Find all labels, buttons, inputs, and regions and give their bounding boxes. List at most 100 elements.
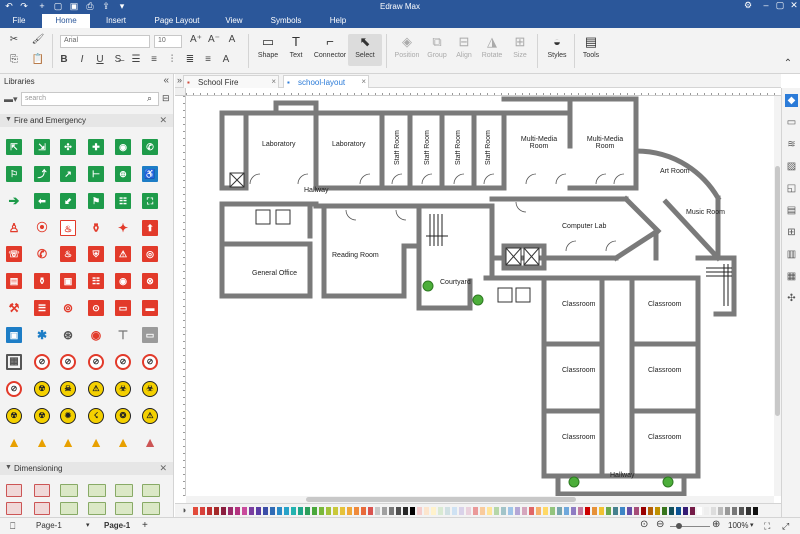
fill-panel-icon[interactable]: ◆: [785, 94, 798, 107]
arrow-left-icon[interactable]: ⬅: [34, 193, 50, 209]
menu-home[interactable]: Home: [42, 14, 90, 28]
rescue-icon[interactable]: ⚑: [88, 193, 104, 209]
line-panel-icon[interactable]: ▭: [785, 116, 798, 129]
color-swatch[interactable]: [382, 507, 387, 515]
color-swatch[interactable]: [571, 507, 576, 515]
detector-icon[interactable]: ✱: [34, 327, 50, 343]
color-swatch[interactable]: [711, 507, 716, 515]
section-dimensioning[interactable]: ▼ Dimensioning ✕: [0, 462, 173, 475]
vertical-scrollbar[interactable]: [774, 96, 781, 496]
search-icon[interactable]: ⌕: [147, 93, 152, 104]
align-right-icon[interactable]: ≡: [200, 54, 216, 68]
color-swatch[interactable]: [277, 507, 282, 515]
arrow-up-icon[interactable]: ⬆: [142, 220, 158, 236]
dropdown-icon[interactable]: ▾: [86, 521, 90, 529]
color-swatch[interactable]: [739, 507, 744, 515]
corrosive-icon[interactable]: ☢: [34, 408, 50, 424]
button-icon[interactable]: ◉: [88, 327, 104, 343]
color-swatch[interactable]: [368, 507, 373, 515]
assembly-point-icon[interactable]: ⛶: [142, 193, 158, 209]
arrow-right-icon[interactable]: ➔: [6, 193, 22, 209]
no-people-icon[interactable]: ⊘: [88, 354, 104, 370]
drawing-canvas[interactable]: Laboratory Laboratory Staff Room Staff R…: [186, 96, 774, 496]
zoom-in-icon[interactable]: ⊕: [712, 519, 720, 530]
color-swatch[interactable]: [228, 507, 233, 515]
exit-sign-icon[interactable]: ⇱: [6, 139, 22, 155]
color-swatch[interactable]: [249, 507, 254, 515]
dimension-shape-icon[interactable]: [6, 484, 22, 497]
format-painter-icon[interactable]: 🖌: [30, 34, 46, 48]
color-swatch[interactable]: [613, 507, 618, 515]
color-swatch[interactable]: [452, 507, 457, 515]
fire-hose-cabinet-icon[interactable]: ▭: [115, 300, 131, 316]
dimension-shape-icon[interactable]: [88, 484, 106, 497]
close-section-icon[interactable]: ✕: [159, 463, 167, 474]
fire-bell-icon[interactable]: ▬: [142, 300, 158, 316]
first-aid-icon[interactable]: ✚: [88, 139, 104, 155]
person-icon[interactable]: ♙: [6, 220, 22, 236]
fire-phone-icon[interactable]: ☏: [6, 246, 22, 262]
page-selector[interactable]: Page-1: [36, 521, 62, 530]
align-left-icon[interactable]: ⫶: [164, 54, 180, 68]
axe-icon[interactable]: ⚒: [6, 300, 22, 316]
no-smoking-icon[interactable]: ⊘: [60, 354, 76, 370]
color-swatch[interactable]: [417, 507, 422, 515]
color-swatch[interactable]: [515, 507, 520, 515]
shrink-font-icon[interactable]: A⁻: [206, 34, 222, 48]
color-swatch[interactable]: [480, 507, 485, 515]
color-swatch[interactable]: [648, 507, 653, 515]
color-swatch[interactable]: [690, 507, 695, 515]
dimension-shape-icon[interactable]: [142, 502, 160, 515]
color-swatch[interactable]: [627, 507, 632, 515]
fire-panel-icon[interactable]: ▤: [6, 273, 22, 289]
color-swatch[interactable]: [389, 507, 394, 515]
color-swatch[interactable]: [291, 507, 296, 515]
color-swatch[interactable]: [424, 507, 429, 515]
close-section-icon[interactable]: ✕: [159, 115, 167, 126]
color-swatch[interactable]: [347, 507, 352, 515]
fire-icon[interactable]: ♨: [60, 220, 76, 236]
color-swatch[interactable]: [298, 507, 303, 515]
font-size-select[interactable]: 10: [154, 35, 182, 48]
bold-icon[interactable]: B: [56, 54, 72, 68]
warning-triangle-6-icon[interactable]: ▲: [142, 434, 158, 450]
zoom-slider-handle[interactable]: [676, 523, 682, 529]
hazard-icon[interactable]: ⚠: [88, 381, 104, 397]
color-swatch[interactable]: [550, 507, 555, 515]
dimension-shape-icon[interactable]: [60, 484, 78, 497]
color-swatch[interactable]: [564, 507, 569, 515]
grow-font-icon[interactable]: A⁺: [188, 34, 204, 48]
color-swatch[interactable]: [361, 507, 366, 515]
running-man-icon[interactable]: ⚐: [6, 166, 22, 182]
eyewash-icon[interactable]: ◉: [115, 139, 131, 155]
menu-help[interactable]: Help: [324, 16, 352, 25]
color-swatch[interactable]: [606, 507, 611, 515]
sprinkler-icon[interactable]: ⚠: [115, 246, 131, 262]
gas-icon[interactable]: ❂: [115, 408, 131, 424]
biohazard-icon[interactable]: ☣: [115, 381, 131, 397]
color-swatch[interactable]: [669, 507, 674, 515]
color-swatch[interactable]: [200, 507, 205, 515]
italic-icon[interactable]: I: [74, 54, 90, 68]
connector-button[interactable]: ⌐ Connector: [311, 34, 349, 59]
library-search-input[interactable]: search: [21, 92, 159, 106]
paste-icon[interactable]: 📋: [30, 54, 46, 68]
warning-triangle-5-icon[interactable]: ▲: [115, 434, 131, 450]
menu-view[interactable]: View: [220, 16, 248, 25]
color-swatch[interactable]: [319, 507, 324, 515]
color-swatch[interactable]: [620, 507, 625, 515]
bullets-icon[interactable]: ☰: [128, 54, 144, 68]
color-swatch[interactable]: [557, 507, 562, 515]
color-swatch[interactable]: [501, 507, 506, 515]
zoom-dropdown-icon[interactable]: ▾: [750, 521, 754, 529]
color-swatch[interactable]: [263, 507, 268, 515]
radiation-icon[interactable]: ☢: [34, 381, 50, 397]
fit-page-icon[interactable]: ⛶: [764, 521, 770, 532]
text-button[interactable]: T Text: [279, 34, 313, 59]
fire-ladder-icon[interactable]: ☰: [34, 300, 50, 316]
add-page-icon[interactable]: +: [142, 520, 148, 531]
dimension-shape-icon[interactable]: [34, 502, 50, 515]
color-swatch[interactable]: [445, 507, 450, 515]
no-water-icon[interactable]: ⊘: [6, 381, 22, 397]
color-swatch[interactable]: [466, 507, 471, 515]
